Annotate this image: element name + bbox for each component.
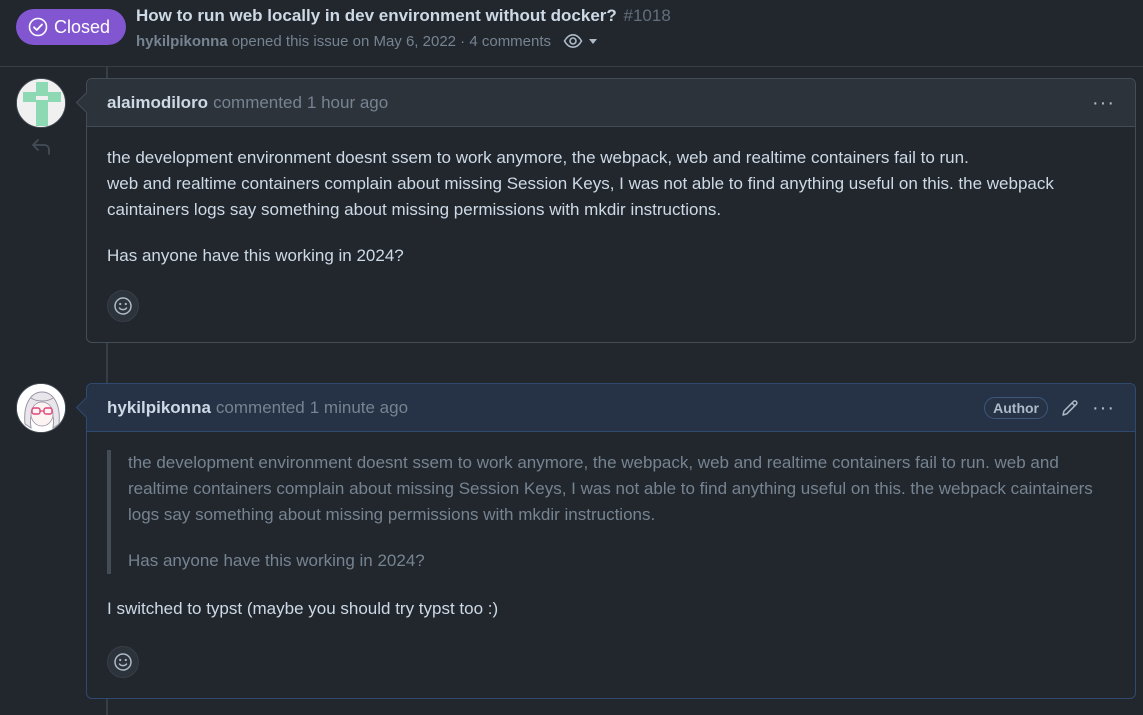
eye-icon [563,33,583,49]
add-reaction-button[interactable] [107,646,139,678]
caret-down-icon [589,39,598,44]
comment-line: web and realtime containers complain abo… [107,174,1054,219]
check-circle-icon [28,17,48,37]
smiley-icon [114,297,132,315]
comment-body: the development environment doesnt ssem … [87,127,1135,269]
author-badge: Author [984,397,1049,419]
kebab-icon[interactable]: ··· [1092,398,1115,418]
comment-body: the development environment doesnt ssem … [87,432,1135,622]
comment-paragraph: I switched to typst (maybe you should tr… [107,599,499,618]
issue-meta: hykilpikonna opened this issue on May 6,… [136,31,599,51]
add-reaction-button[interactable] [107,290,139,322]
comment-timestamp[interactable]: 1 minute ago [310,398,408,418]
comment-paragraph: Has anyone have this working in 2024? [107,246,404,265]
issue-state-label: Closed [54,16,111,37]
comment-author[interactable]: alaimodiloro [107,93,208,113]
issue-title-text: How to run web locally in dev environmen… [136,6,617,25]
comment-timestamp[interactable]: 1 hour ago [307,93,388,113]
comment-1: alaimodiloro commented 1 hour ago ··· th… [86,78,1136,343]
subscribe-dropdown[interactable] [563,31,599,51]
pencil-icon[interactable] [1060,398,1080,418]
comment-paragraph: the development environment doesnt ssem … [107,145,1115,223]
issue-header: Closed How to run web locally in dev env… [0,0,1143,67]
comment-actions: Author ··· [984,384,1115,432]
comment-header: alaimodiloro commented 1 hour ago ··· [87,79,1135,127]
comment-actions: ··· [1092,79,1115,127]
avatar-alaimodiloro[interactable] [16,78,66,128]
anime-avatar-image [17,384,65,432]
comment-2: hykilpikonna commented 1 minute ago Auth… [86,383,1136,699]
smiley-icon [114,653,132,671]
identicon-image [17,79,65,127]
issue-title: How to run web locally in dev environmen… [136,6,671,26]
avatar-hykilpikonna[interactable] [16,383,66,433]
quote-paragraph: the development environment doesnt ssem … [128,453,1093,524]
issue-number: #1018 [623,6,671,25]
issue-state-badge: Closed [16,9,126,45]
comment-action: commented [213,92,302,112]
comment-line: the development environment doesnt ssem … [107,148,969,167]
comment-header: hykilpikonna commented 1 minute ago Auth… [87,384,1135,432]
quoted-reply: the development environment doesnt ssem … [107,450,1115,574]
quote-paragraph: Has anyone have this working in 2024? [128,551,425,570]
comment-author[interactable]: hykilpikonna [107,398,211,418]
reply-arrow-icon [32,139,50,155]
issue-opened-text: opened this issue on May 6, 2022 · 4 com… [231,32,552,50]
issue-author-link[interactable]: hykilpikonna [136,33,228,50]
comment-action: commented [215,397,305,417]
kebab-icon[interactable]: ··· [1092,93,1115,113]
